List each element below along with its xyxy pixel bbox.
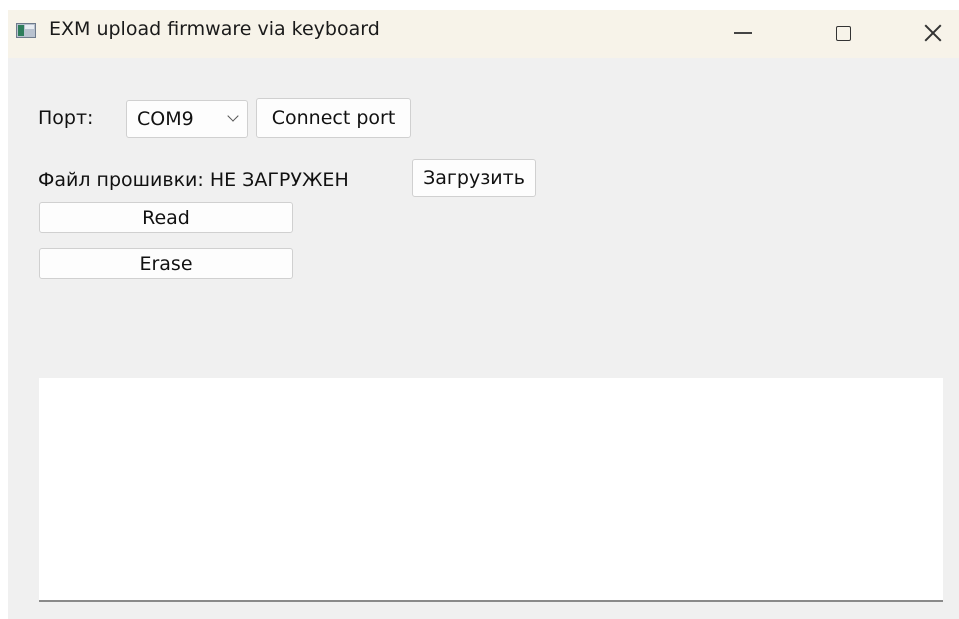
port-select[interactable]: COM9 [126, 100, 248, 138]
app-window: EXM upload firmware via keyboard Порт: C… [8, 10, 959, 619]
app-window-icon [16, 23, 36, 38]
title-bar[interactable]: EXM upload firmware via keyboard [8, 10, 959, 58]
maximize-icon [835, 25, 851, 41]
minimize-button[interactable] [713, 10, 773, 56]
connect-port-button[interactable]: Connect port [256, 98, 411, 138]
close-button[interactable] [903, 10, 959, 56]
close-icon [924, 24, 942, 42]
read-button[interactable]: Read [39, 202, 293, 233]
erase-button[interactable]: Erase [39, 248, 293, 279]
chevron-down-icon [227, 110, 239, 122]
firmware-file-label: Файл прошивки: НЕ ЗАГРУЖЕН [38, 169, 349, 191]
maximize-button[interactable] [813, 10, 873, 56]
window-title: EXM upload firmware via keyboard [49, 18, 380, 40]
load-firmware-button[interactable]: Загрузить [412, 159, 536, 197]
port-label: Порт: [38, 107, 94, 129]
log-output-area[interactable] [39, 378, 943, 602]
minimize-icon [734, 32, 752, 34]
port-select-value: COM9 [137, 108, 194, 130]
